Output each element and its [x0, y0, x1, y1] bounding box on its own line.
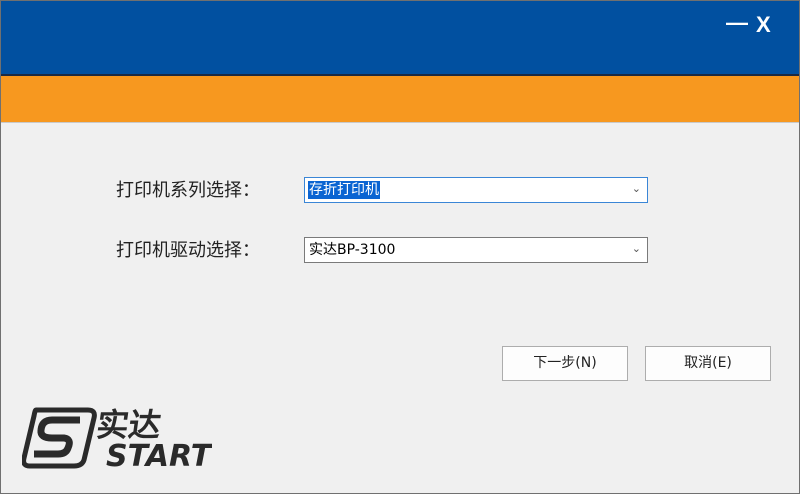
window-border: [0, 0, 800, 494]
